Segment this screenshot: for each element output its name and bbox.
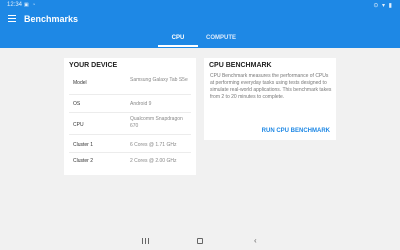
device-card: YOUR DEVICE Model Samsung Galaxy Tab S5e… (64, 58, 196, 175)
divider (69, 134, 191, 135)
spec-label-cpu: CPU (73, 122, 84, 128)
spec-value-model: Samsung Galaxy Tab S5e (130, 77, 188, 83)
status-time: 12:34 (7, 2, 23, 8)
spec-value-os: Android 9 (130, 101, 152, 107)
menu-icon[interactable] (8, 15, 16, 23)
benchmark-card: CPU BENCHMARK CPU Benchmark measures the… (204, 58, 336, 140)
spec-label-os: OS (73, 101, 81, 107)
app-title: Benchmarks (24, 14, 79, 24)
divider (69, 112, 191, 113)
spec-value-cluster-2: 2 Cores @ 2.00 GHz (130, 158, 177, 164)
benchmark-card-title: CPU BENCHMARK (209, 62, 272, 69)
notification-icons: ▣ ◔ (24, 2, 37, 8)
back-icon[interactable]: ‹ (254, 236, 257, 245)
app-bar: 12:34 ▣ ◔ ⊙ ▾ ▮ Benchmarks CPU COMPUTE (0, 0, 400, 48)
spec-label-model: Model (73, 80, 87, 86)
tab-cpu[interactable]: CPU (158, 35, 198, 41)
device-card-title: YOUR DEVICE (69, 62, 118, 69)
benchmark-description: CPU Benchmark measures the performance o… (210, 73, 332, 100)
home-icon[interactable] (197, 238, 203, 244)
divider (69, 152, 191, 153)
divider (69, 94, 191, 95)
recent-apps-icon[interactable] (142, 238, 149, 244)
run-cpu-benchmark-button[interactable]: RUN CPU BENCHMARK (262, 128, 330, 134)
spec-value-cpu: Qualcomm Snapdragon 670 (130, 116, 183, 129)
tab-indicator (158, 45, 198, 47)
system-status-icons: ⊙ ▾ ▮ (373, 3, 393, 9)
spec-label-cluster-1: Cluster 1 (73, 142, 94, 148)
spec-label-cluster-2: Cluster 2 (73, 158, 94, 164)
spec-value-cluster-1: 6 Cores @ 1.71 GHz (130, 142, 177, 148)
tab-compute[interactable]: COMPUTE (198, 35, 244, 41)
navigation-bar: ‹ (0, 234, 400, 250)
